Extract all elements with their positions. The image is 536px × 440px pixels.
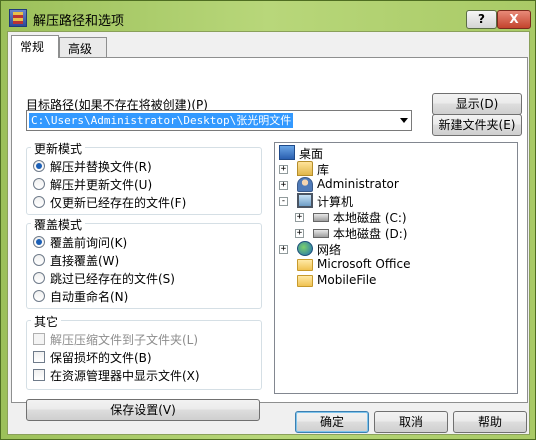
dialog-window: 解压路径和选项 ? X 常规 高级 目标路径(如果不存在将被创建)(P) 显示(… [0, 0, 536, 440]
overwrite-mode-group: 覆盖模式 覆盖前询问(K) 直接覆盖(W) 跳过已经存在的文件(S) 自动重命名… [26, 216, 262, 309]
collapse-icon[interactable]: - [279, 197, 288, 206]
option-label: 仅更新已经存在的文件(F) [50, 196, 187, 210]
radio-button[interactable] [33, 272, 45, 284]
expand-icon[interactable]: + [279, 165, 288, 174]
tab-general[interactable]: 常规 [11, 35, 59, 58]
cancel-button[interactable]: 取消 [374, 411, 448, 433]
checkbox[interactable] [33, 351, 45, 363]
ok-button[interactable]: 确定 [295, 411, 369, 433]
library-icon [297, 161, 313, 176]
misc-group: 其它 解压压缩文件到子文件夹(L) 保留损坏的文件(B) 在资源管理器中显示文件… [26, 313, 262, 390]
option-label: 跳过已经存在的文件(S) [50, 272, 175, 286]
target-path-value: C:\Users\Administrator\Desktop\张光明文件 [29, 113, 294, 128]
tree-node-label: Administrator [317, 177, 399, 191]
radio-button[interactable] [33, 178, 45, 190]
option-label: 解压并更新文件(U) [50, 178, 153, 192]
window-title: 解压路径和选项 [33, 14, 125, 29]
tree-node-label: 库 [317, 163, 330, 177]
title-bar[interactable]: 解压路径和选项 ? X [1, 1, 536, 31]
option-label: 解压并替换文件(R) [50, 160, 152, 174]
help-title-button[interactable]: ? [466, 10, 497, 29]
tree-node-label: Microsoft Office [317, 257, 411, 271]
target-path-combobox[interactable]: C:\Users\Administrator\Desktop\张光明文件 [26, 110, 412, 131]
save-settings-button[interactable]: 保存设置(V) [26, 399, 260, 421]
drive-icon [313, 229, 329, 238]
tab-panel-general: 目标路径(如果不存在将被创建)(P) 显示(D) C:\Users\Admini… [11, 57, 528, 421]
winrar-icon [9, 9, 27, 27]
option-label: 保留损坏的文件(B) [50, 351, 152, 365]
radio-button[interactable] [33, 254, 45, 266]
update-mode-title: 更新模式 [31, 140, 86, 157]
option-label: 解压压缩文件到子文件夹(L) [50, 333, 199, 347]
close-button[interactable]: X [497, 10, 531, 29]
computer-icon [297, 193, 313, 208]
folder-icon [297, 275, 313, 287]
tree-node-label: 计算机 [317, 195, 354, 209]
dialog-client: 常规 高级 目标路径(如果不存在将被创建)(P) 显示(D) C:\Users\… [7, 31, 530, 435]
folder-tree[interactable]: 桌面 + 库 + Administrator - 计算机 + 本地磁盘 (C:)… [274, 142, 518, 394]
tree-node-label: 桌面 [299, 147, 324, 161]
desktop-icon [279, 145, 295, 160]
overwrite-mode-title: 覆盖模式 [31, 216, 86, 233]
tree-node-label: 网络 [317, 243, 342, 257]
misc-title: 其它 [31, 313, 62, 330]
help-button[interactable]: 帮助 [453, 411, 527, 433]
radio-button[interactable] [33, 196, 45, 208]
option-label: 自动重命名(N) [50, 290, 129, 304]
chevron-down-icon[interactable] [400, 118, 408, 123]
option-label: 覆盖前询问(K) [50, 236, 128, 250]
option-label: 直接覆盖(W) [50, 254, 120, 268]
option-label: 在资源管理器中显示文件(X) [50, 369, 200, 383]
tree-node-label: 本地磁盘 (C:) [333, 211, 407, 225]
tab-advanced[interactable]: 高级 [59, 37, 107, 57]
user-folder-icon [297, 177, 313, 192]
expand-icon[interactable]: + [295, 213, 304, 222]
new-folder-button[interactable]: 新建文件夹(E) [432, 114, 522, 136]
tree-node-label: MobileFile [317, 273, 377, 287]
expand-icon[interactable]: + [279, 245, 288, 254]
network-icon [297, 241, 313, 256]
expand-icon[interactable]: + [279, 181, 288, 190]
folder-icon [297, 259, 313, 271]
checkbox[interactable] [33, 369, 45, 381]
update-mode-group: 更新模式 解压并替换文件(R) 解压并更新文件(U) 仅更新已经存在的文件(F) [26, 140, 262, 215]
tree-node-label: 本地磁盘 (D:) [333, 227, 408, 241]
checkbox [33, 333, 45, 345]
radio-button[interactable] [33, 290, 45, 302]
radio-button[interactable] [33, 160, 45, 172]
show-button[interactable]: 显示(D) [432, 93, 522, 115]
drive-icon [313, 213, 329, 222]
expand-icon[interactable]: + [295, 229, 304, 238]
radio-button[interactable] [33, 236, 45, 248]
